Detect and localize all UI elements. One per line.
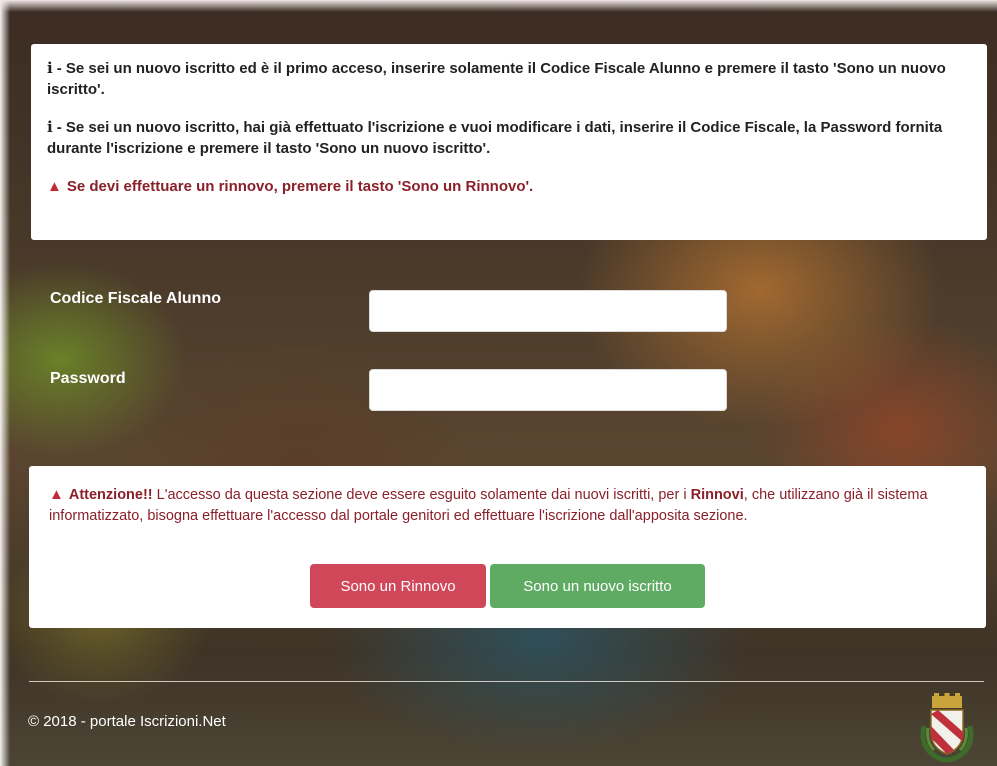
sono-un-rinnovo-button[interactable]: Sono un Rinnovo (310, 564, 486, 608)
scan-edge-top (0, 0, 997, 12)
attention-panel: ▲ Attenzione!! L'accesso da questa sezion… (29, 466, 986, 628)
info-line-2: i- Se sei un nuovo iscritto, hai già eff… (47, 117, 971, 159)
warning-triangle-icon: ▲ (47, 178, 62, 195)
attention-text: ▲ Attenzione!! L'accesso da questa sezion… (49, 484, 966, 527)
info-line-2-text: - Se sei un nuovo iscritto, hai già effe… (47, 119, 943, 157)
codice-fiscale-label: Codice Fiscale Alunno (50, 290, 221, 307)
info-icon: i (47, 118, 53, 136)
password-input[interactable] (369, 369, 727, 411)
scan-edge-left (0, 0, 10, 766)
attention-text-part1: L'accesso da questa sezione deve essere … (152, 487, 691, 503)
footer-copyright: © 2018 - portale Iscrizioni.Net (28, 713, 226, 730)
password-label: Password (50, 370, 126, 387)
action-buttons: Sono un Rinnovo Sono un nuovo iscritto (29, 564, 986, 608)
page-background: i- Se sei un nuovo iscritto ed è il prim… (0, 0, 997, 766)
info-line-1-text: - Se sei un nuovo iscritto ed è il primo… (47, 60, 946, 98)
info-panel: i- Se sei un nuovo iscritto ed è il prim… (31, 44, 987, 240)
warning-triangle-icon: ▲ (49, 486, 64, 503)
sono-un-nuovo-iscritto-button[interactable]: Sono un nuovo iscritto (490, 564, 705, 608)
attention-rinnovi: Rinnovi (690, 487, 744, 503)
renewal-warning: ▲ Se devi effettuare un rinnovo, premere … (47, 176, 971, 197)
codice-fiscale-input[interactable] (369, 290, 727, 332)
municipal-crest-icon (920, 693, 974, 762)
info-icon: i (47, 59, 53, 77)
renewal-warning-text: Se devi effettuare un rinnovo, premere i… (66, 178, 534, 195)
attention-prefix: Attenzione!! (68, 487, 153, 503)
info-line-1: i- Se sei un nuovo iscritto ed è il prim… (47, 58, 971, 100)
footer-divider (29, 681, 984, 682)
